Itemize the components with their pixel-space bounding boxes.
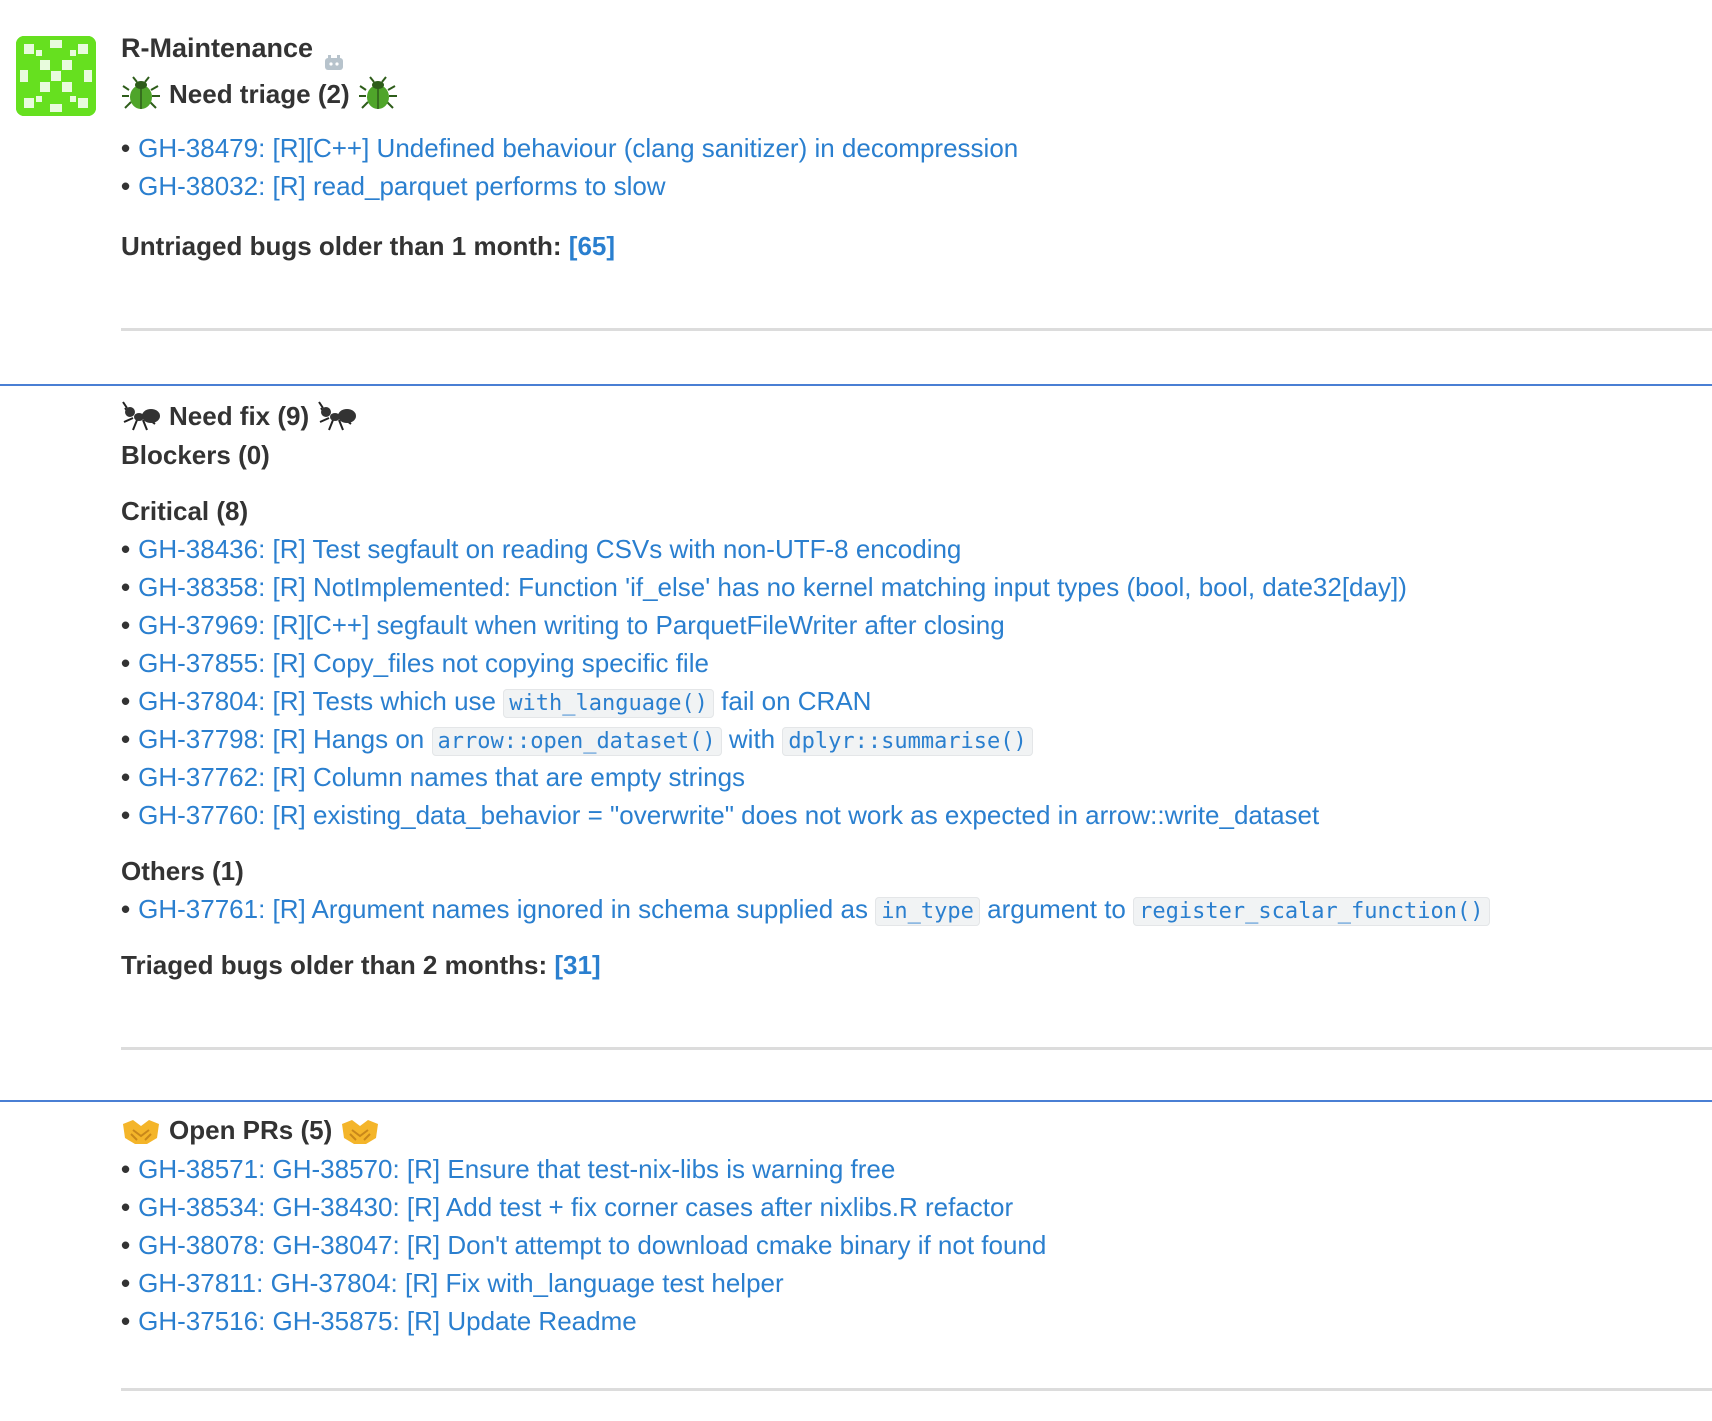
bullet: •: [121, 724, 131, 754]
inline-code: dplyr::summarise(): [782, 727, 1033, 756]
list-item: • GH-38571: GH-38570: [R] Ensure that tes…: [121, 1150, 1712, 1188]
issue-link[interactable]: GH-37798: [R] Hangs on arrow::open_datas…: [138, 724, 1033, 756]
pr-link[interactable]: GH-37516: GH-35875: [R] Update Readme: [138, 1306, 637, 1336]
list-item: • GH-38078: GH-38047: [R] Don't attempt t…: [121, 1226, 1712, 1264]
message-need-triage: R-Maintenance Need triage (2) • GH-38479:…: [0, 0, 1712, 384]
bullet: •: [121, 648, 131, 678]
list-item: • GH-37969: [R][C++] segfault when writin…: [121, 606, 1712, 644]
list-item: • GH-37855: [R] Copy_files not copying sp…: [121, 644, 1712, 682]
divider: [121, 328, 1712, 331]
bullet: •: [121, 1192, 131, 1222]
issue-link[interactable]: GH-37762: [R] Column names that are empt…: [138, 762, 745, 792]
message-need-fix: Need fix (9) Blockers (0) Critical (8) •…: [0, 384, 1712, 1102]
prs-title: Open PRs (5): [121, 1110, 1712, 1150]
bullet: •: [121, 1154, 131, 1184]
issue-link[interactable]: GH-38358: [R] NotImplemented: Function '…: [138, 572, 1407, 602]
bullet: •: [121, 171, 131, 201]
list-item: • GH-38479: [R][C++] Undefined behaviour …: [121, 129, 1712, 167]
list-item: • GH-37762: [R] Column names that are emp…: [121, 758, 1712, 796]
fix-title-text: Need fix (9): [169, 401, 310, 431]
untriaged-label: Untriaged bugs older than 1 month:: [121, 231, 562, 261]
list-item: • GH-37811: GH-37804: [R] Fix with_langua…: [121, 1264, 1712, 1302]
triage-list: • GH-38479: [R][C++] Undefined behaviour …: [121, 129, 1712, 205]
bullet: •: [121, 686, 131, 716]
bullet: •: [121, 894, 131, 924]
triage-title: Need triage (2): [121, 74, 1712, 114]
triaged-label: Triaged bugs older than 2 months:: [121, 950, 548, 980]
issue-link[interactable]: GH-37969: [R][C++] segfault when writing…: [138, 610, 1005, 640]
list-item: • GH-38358: [R] NotImplemented: Function …: [121, 568, 1712, 606]
list-item: • GH-37760: [R] existing_data_behavior = …: [121, 796, 1712, 834]
blockers-heading: Blockers (0): [121, 440, 270, 470]
inline-code: register_scalar_function(): [1133, 897, 1490, 926]
handshake-icon: [340, 1112, 380, 1148]
issue-link[interactable]: GH-38479: [R][C++] Undefined behaviour (…: [138, 133, 1018, 163]
bullet: •: [121, 133, 131, 163]
list-item: • GH-38436: [R] Test segfault on reading …: [121, 530, 1712, 568]
bullet: •: [121, 762, 131, 792]
list-item: • GH-38534: GH-38430: [R] Add test + fix …: [121, 1188, 1712, 1226]
beetle-icon: [358, 76, 398, 112]
issue-link-text: fail on CRAN: [721, 686, 872, 716]
pr-link[interactable]: GH-38534: GH-38430: [R] Add test + fix c…: [138, 1192, 1013, 1222]
bullet: •: [121, 1268, 131, 1298]
ant-icon: [317, 398, 357, 434]
issue-link-text: GH-37804: [R] Tests which use: [138, 686, 497, 716]
pr-link[interactable]: GH-38078: GH-38047: [R] Don't attempt to…: [138, 1230, 1046, 1260]
list-item: • GH-37516: GH-35875: [R] Update Readme: [121, 1302, 1712, 1340]
bullet: •: [121, 534, 131, 564]
issue-link-text: GH-37761: [R] Argument names ignored in …: [138, 894, 868, 924]
list-item: • GH-37804: [R] Tests which use with_lang…: [121, 682, 1712, 720]
triage-title-text: Need triage (2): [169, 79, 350, 109]
prs-list: • GH-38571: GH-38570: [R] Ensure that tes…: [121, 1150, 1712, 1340]
bullet: •: [121, 1306, 131, 1336]
handshake-icon: [121, 1112, 161, 1148]
message-open-prs: Open PRs (5) • GH-38571: GH-38570: [R] En…: [0, 1100, 1712, 1421]
beetle-icon: [121, 76, 161, 112]
issue-link[interactable]: GH-38436: [R] Test segfault on reading C…: [138, 534, 961, 564]
divider: [121, 1047, 1712, 1050]
issue-link[interactable]: GH-37855: [R] Copy_files not copying spe…: [138, 648, 709, 678]
others-list: • GH-37761: [R] Argument names ignored in…: [121, 890, 1712, 928]
issue-link-text: argument to: [987, 894, 1126, 924]
bullet: •: [121, 572, 131, 602]
issue-link[interactable]: GH-38032: [R] read_parquet performs to s…: [138, 171, 665, 201]
issue-link[interactable]: GH-37804: [R] Tests which use with_langu…: [138, 686, 872, 718]
triaged-count-link[interactable]: [31]: [554, 950, 600, 980]
critical-heading: Critical (8): [121, 496, 249, 526]
bullet: •: [121, 1230, 131, 1260]
issue-link-text: GH-37798: [R] Hangs on: [138, 724, 425, 754]
inline-code: arrow::open_dataset(): [431, 727, 722, 756]
untriaged-summary: Untriaged bugs older than 1 month: [65]: [121, 227, 1712, 265]
sender-name[interactable]: R-Maintenance: [121, 33, 313, 63]
triaged-summary: Triaged bugs older than 2 months: [31]: [121, 946, 1712, 984]
list-item: • GH-38032: [R] read_parquet performs to …: [121, 167, 1712, 205]
avatar[interactable]: [16, 36, 96, 116]
list-item: • GH-37761: [R] Argument names ignored in…: [121, 890, 1712, 928]
fix-title: Need fix (9): [121, 396, 1712, 436]
divider: [121, 1388, 1712, 1391]
prs-title-text: Open PRs (5): [169, 1115, 333, 1145]
pr-link[interactable]: GH-38571: GH-38570: [R] Ensure that test…: [138, 1154, 895, 1184]
ant-icon: [121, 398, 161, 434]
bullet: •: [121, 610, 131, 640]
inline-code: in_type: [875, 897, 980, 926]
critical-list: • GH-38436: [R] Test segfault on reading …: [121, 530, 1712, 834]
untriaged-count-link[interactable]: [65]: [569, 231, 615, 261]
issue-link[interactable]: GH-37761: [R] Argument names ignored in …: [138, 894, 1490, 926]
issue-link[interactable]: GH-37760: [R] existing_data_behavior = "…: [138, 800, 1319, 830]
issue-link-text: with: [728, 724, 776, 754]
bullet: •: [121, 800, 131, 830]
inline-code: with_language(): [503, 689, 714, 718]
others-heading: Others (1): [121, 856, 244, 886]
bot-icon: [323, 42, 345, 71]
pr-link[interactable]: GH-37811: GH-37804: [R] Fix with_languag…: [138, 1268, 784, 1298]
list-item: • GH-37798: [R] Hangs on arrow::open_data…: [121, 720, 1712, 758]
